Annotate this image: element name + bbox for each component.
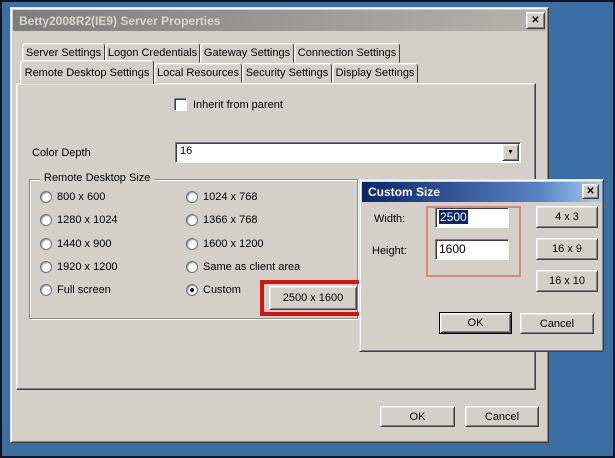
ratio-16x10-button[interactable]: 16 x 10	[536, 270, 598, 292]
tab-local-resources[interactable]: Local Resources	[154, 63, 242, 83]
radio-1440x900-label: 1440 x 900	[57, 238, 112, 250]
remote-desktop-size-group-title: Remote Desktop Size	[40, 172, 155, 184]
radio-1920x1200-label: 1920 x 1200	[57, 261, 118, 273]
main-dialog-title: Betty2008R2(IE9) Server Properties	[19, 13, 221, 28]
tab-security-settings[interactable]: Security Settings	[242, 63, 332, 83]
radio-1366x768[interactable]	[186, 214, 198, 226]
color-depth-value: 16	[180, 145, 193, 157]
custom-size-close-button[interactable]: ✕	[582, 184, 599, 199]
radio-full-screen-label: Full screen	[57, 284, 111, 296]
ratio-16x9-button[interactable]: 16 x 9	[536, 238, 598, 260]
color-depth-combobox[interactable]: 16 ▼	[175, 142, 521, 163]
main-dialog-titlebar[interactable]: Betty2008R2(IE9) Server Properties	[13, 10, 546, 31]
tab-label: Local Resources	[157, 67, 239, 79]
height-value: 1600	[439, 242, 466, 256]
inherit-from-parent-label: Inherit from parent	[193, 99, 283, 111]
custom-size-value-button[interactable]: 2500 x 1600	[269, 286, 357, 310]
tab-label: Security Settings	[245, 67, 329, 79]
width-value-selected: 2500	[439, 210, 468, 224]
color-depth-dropdown-button[interactable]: ▼	[502, 144, 519, 161]
radio-1600x1200[interactable]	[186, 238, 198, 250]
desktop: Betty2008R2(IE9) Server Properties ✕ Ser…	[0, 0, 615, 458]
radio-1280x1024[interactable]	[40, 214, 52, 226]
close-icon: ✕	[531, 15, 540, 26]
tab-connection-settings[interactable]: Connection Settings	[294, 43, 400, 63]
inherit-from-parent-checkbox[interactable]	[174, 98, 187, 111]
tab-label: Remote Desktop Settings	[24, 66, 150, 79]
tab-label: Connection Settings	[297, 47, 397, 59]
radio-custom[interactable]	[186, 284, 198, 296]
main-ok-button[interactable]: OK	[380, 406, 455, 427]
radio-custom-label: Custom	[203, 284, 241, 296]
radio-800x600-label: 800 x 600	[57, 191, 106, 203]
chevron-down-icon: ▼	[507, 149, 514, 156]
main-close-button[interactable]: ✕	[526, 12, 545, 29]
tab-label: Server Settings	[25, 47, 102, 59]
tab-label: Logon Credentials	[107, 47, 198, 59]
custom-size-title: Custom Size	[368, 185, 441, 199]
main-cancel-button[interactable]: Cancel	[465, 406, 539, 427]
radio-1280x1024-label: 1280 x 1024	[57, 214, 118, 226]
radio-1366x768-label: 1366 x 768	[203, 214, 258, 226]
radio-800x600[interactable]	[40, 191, 52, 203]
radio-same-as-client-area[interactable]	[186, 261, 198, 273]
tab-gateway-settings[interactable]: Gateway Settings	[200, 43, 294, 63]
radio-full-screen[interactable]	[40, 284, 52, 296]
width-input[interactable]: 2500	[435, 207, 509, 228]
custom-ok-button[interactable]: OK	[439, 312, 512, 334]
radio-1600x1200-label: 1600 x 1200	[203, 238, 264, 250]
radio-1440x900[interactable]	[40, 238, 52, 250]
close-icon: ✕	[586, 186, 595, 197]
color-depth-label: Color Depth	[32, 147, 91, 159]
ratio-4x3-button[interactable]: 4 x 3	[536, 206, 598, 228]
custom-cancel-button[interactable]: Cancel	[520, 313, 594, 334]
height-label: Height:	[372, 245, 407, 257]
width-label: Width:	[374, 213, 406, 225]
radio-same-as-client-area-label: Same as client area	[203, 261, 301, 273]
tab-label: Gateway Settings	[203, 47, 291, 59]
radio-1024x768-label: 1024 x 768	[203, 191, 258, 203]
height-input[interactable]: 1600	[435, 239, 509, 260]
tab-remote-desktop-settings[interactable]: Remote Desktop Settings	[20, 60, 154, 84]
tab-display-settings[interactable]: Display Settings	[332, 63, 418, 83]
radio-1024x768[interactable]	[186, 191, 198, 203]
tab-label: Display Settings	[335, 67, 415, 79]
custom-size-titlebar[interactable]: Custom Size	[362, 182, 601, 202]
radio-1920x1200[interactable]	[40, 261, 52, 273]
